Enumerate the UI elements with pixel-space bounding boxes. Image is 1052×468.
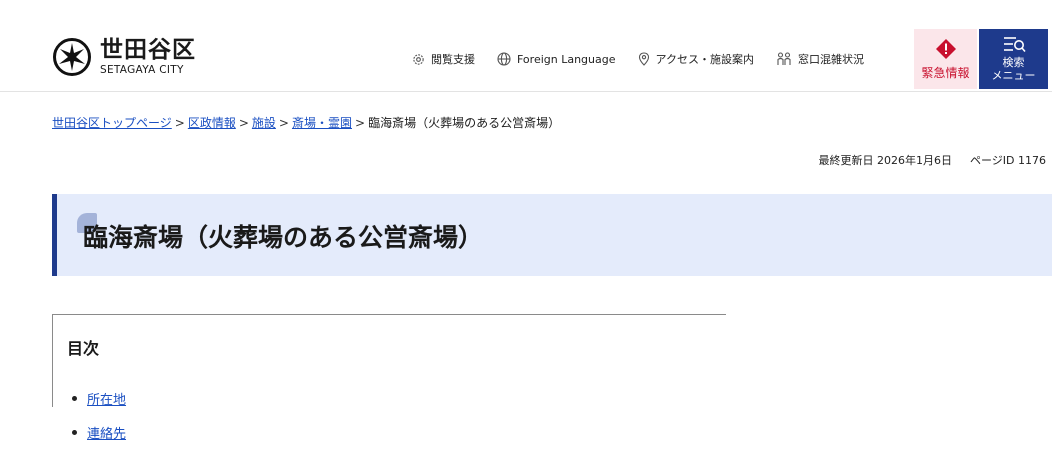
toc-heading: 目次 [67,339,100,358]
breadcrumb-separator: > [174,116,185,130]
search-menu-label: 検索 メニュー [991,56,1036,82]
toc-list: 所在地 連絡先 [72,381,126,449]
toc-border [52,315,53,407]
setagaya-emblem-icon [53,38,91,76]
gear-icon [413,53,424,65]
nav-congestion[interactable]: 窓口混雑状況 [776,51,864,67]
nav-access-label: アクセス・施設案内 [655,53,754,66]
globe-icon [497,52,511,66]
nav-congestion-label: 窓口混雑状況 [797,53,864,66]
nav-access[interactable]: アクセス・施設案内 [638,51,754,67]
page-meta: 最終更新日 2026年1月6日 ページID 1176 [819,152,1047,168]
nav-foreign-language-label: Foreign Language [517,52,616,66]
logo-subtitle: SETAGAYA CITY [100,63,184,76]
nav-accessibility[interactable]: 閲覧支援 [412,51,475,67]
last-updated: 最終更新日 2026年1月6日 [818,154,953,167]
toc-link-location[interactable]: 所在地 [87,389,126,408]
nav-accessibility-label: 閲覧支援 [431,53,475,66]
people-icon [777,52,791,65]
warning-diamond-icon [935,38,956,59]
breadcrumb-current: 臨海斎場（火葬場のある公営斎場） [368,116,561,130]
header-nav: 閲覧支援 Foreign Language アクセス・施設案内 窓口混雑状況 [412,51,864,67]
emergency-info-label: 緊急情報 [921,65,970,80]
table-of-contents: 目次 所在地 連絡先 [52,314,726,468]
breadcrumb-separator: > [355,116,366,130]
toc-item: 所在地 [72,381,126,415]
site-header: 世田谷区 SETAGAYA CITY 閲覧支援 Foreign Language [0,0,1052,92]
logo-name: 世田谷区 [100,36,196,63]
search-menu-button[interactable]: 検索 メニュー [979,29,1048,89]
toc-item: 連絡先 [72,415,126,449]
breadcrumb-separator: > [238,116,249,130]
nav-foreign-language[interactable]: Foreign Language [497,52,616,66]
page-title: 臨海斎場（火葬場のある公営斎場） [83,223,484,252]
breadcrumb-link-top[interactable]: 世田谷区トップページ [52,116,172,130]
emergency-info-button[interactable]: 緊急情報 [914,29,977,89]
toc-link-contact[interactable]: 連絡先 [87,423,126,442]
breadcrumb-link-facilities[interactable]: 施設 [252,116,276,130]
breadcrumb-link-funeral-halls[interactable]: 斎場・霊園 [292,116,352,130]
page-id: ページID 1176 [970,154,1046,167]
breadcrumb-link-government[interactable]: 区政情報 [188,116,236,130]
site-logo[interactable]: 世田谷区 SETAGAYA CITY [52,37,196,77]
breadcrumb: 世田谷区トップページ > 区政情報 > 施設 > 斎場・霊園 > 臨海斎場（火葬場のある公営斎場… [52,114,560,131]
breadcrumb-separator: > [278,116,289,130]
menu-search-icon [1003,37,1026,53]
page-title-box: 臨海斎場（火葬場のある公営斎場） [52,194,1052,276]
location-pin-icon [638,52,649,66]
